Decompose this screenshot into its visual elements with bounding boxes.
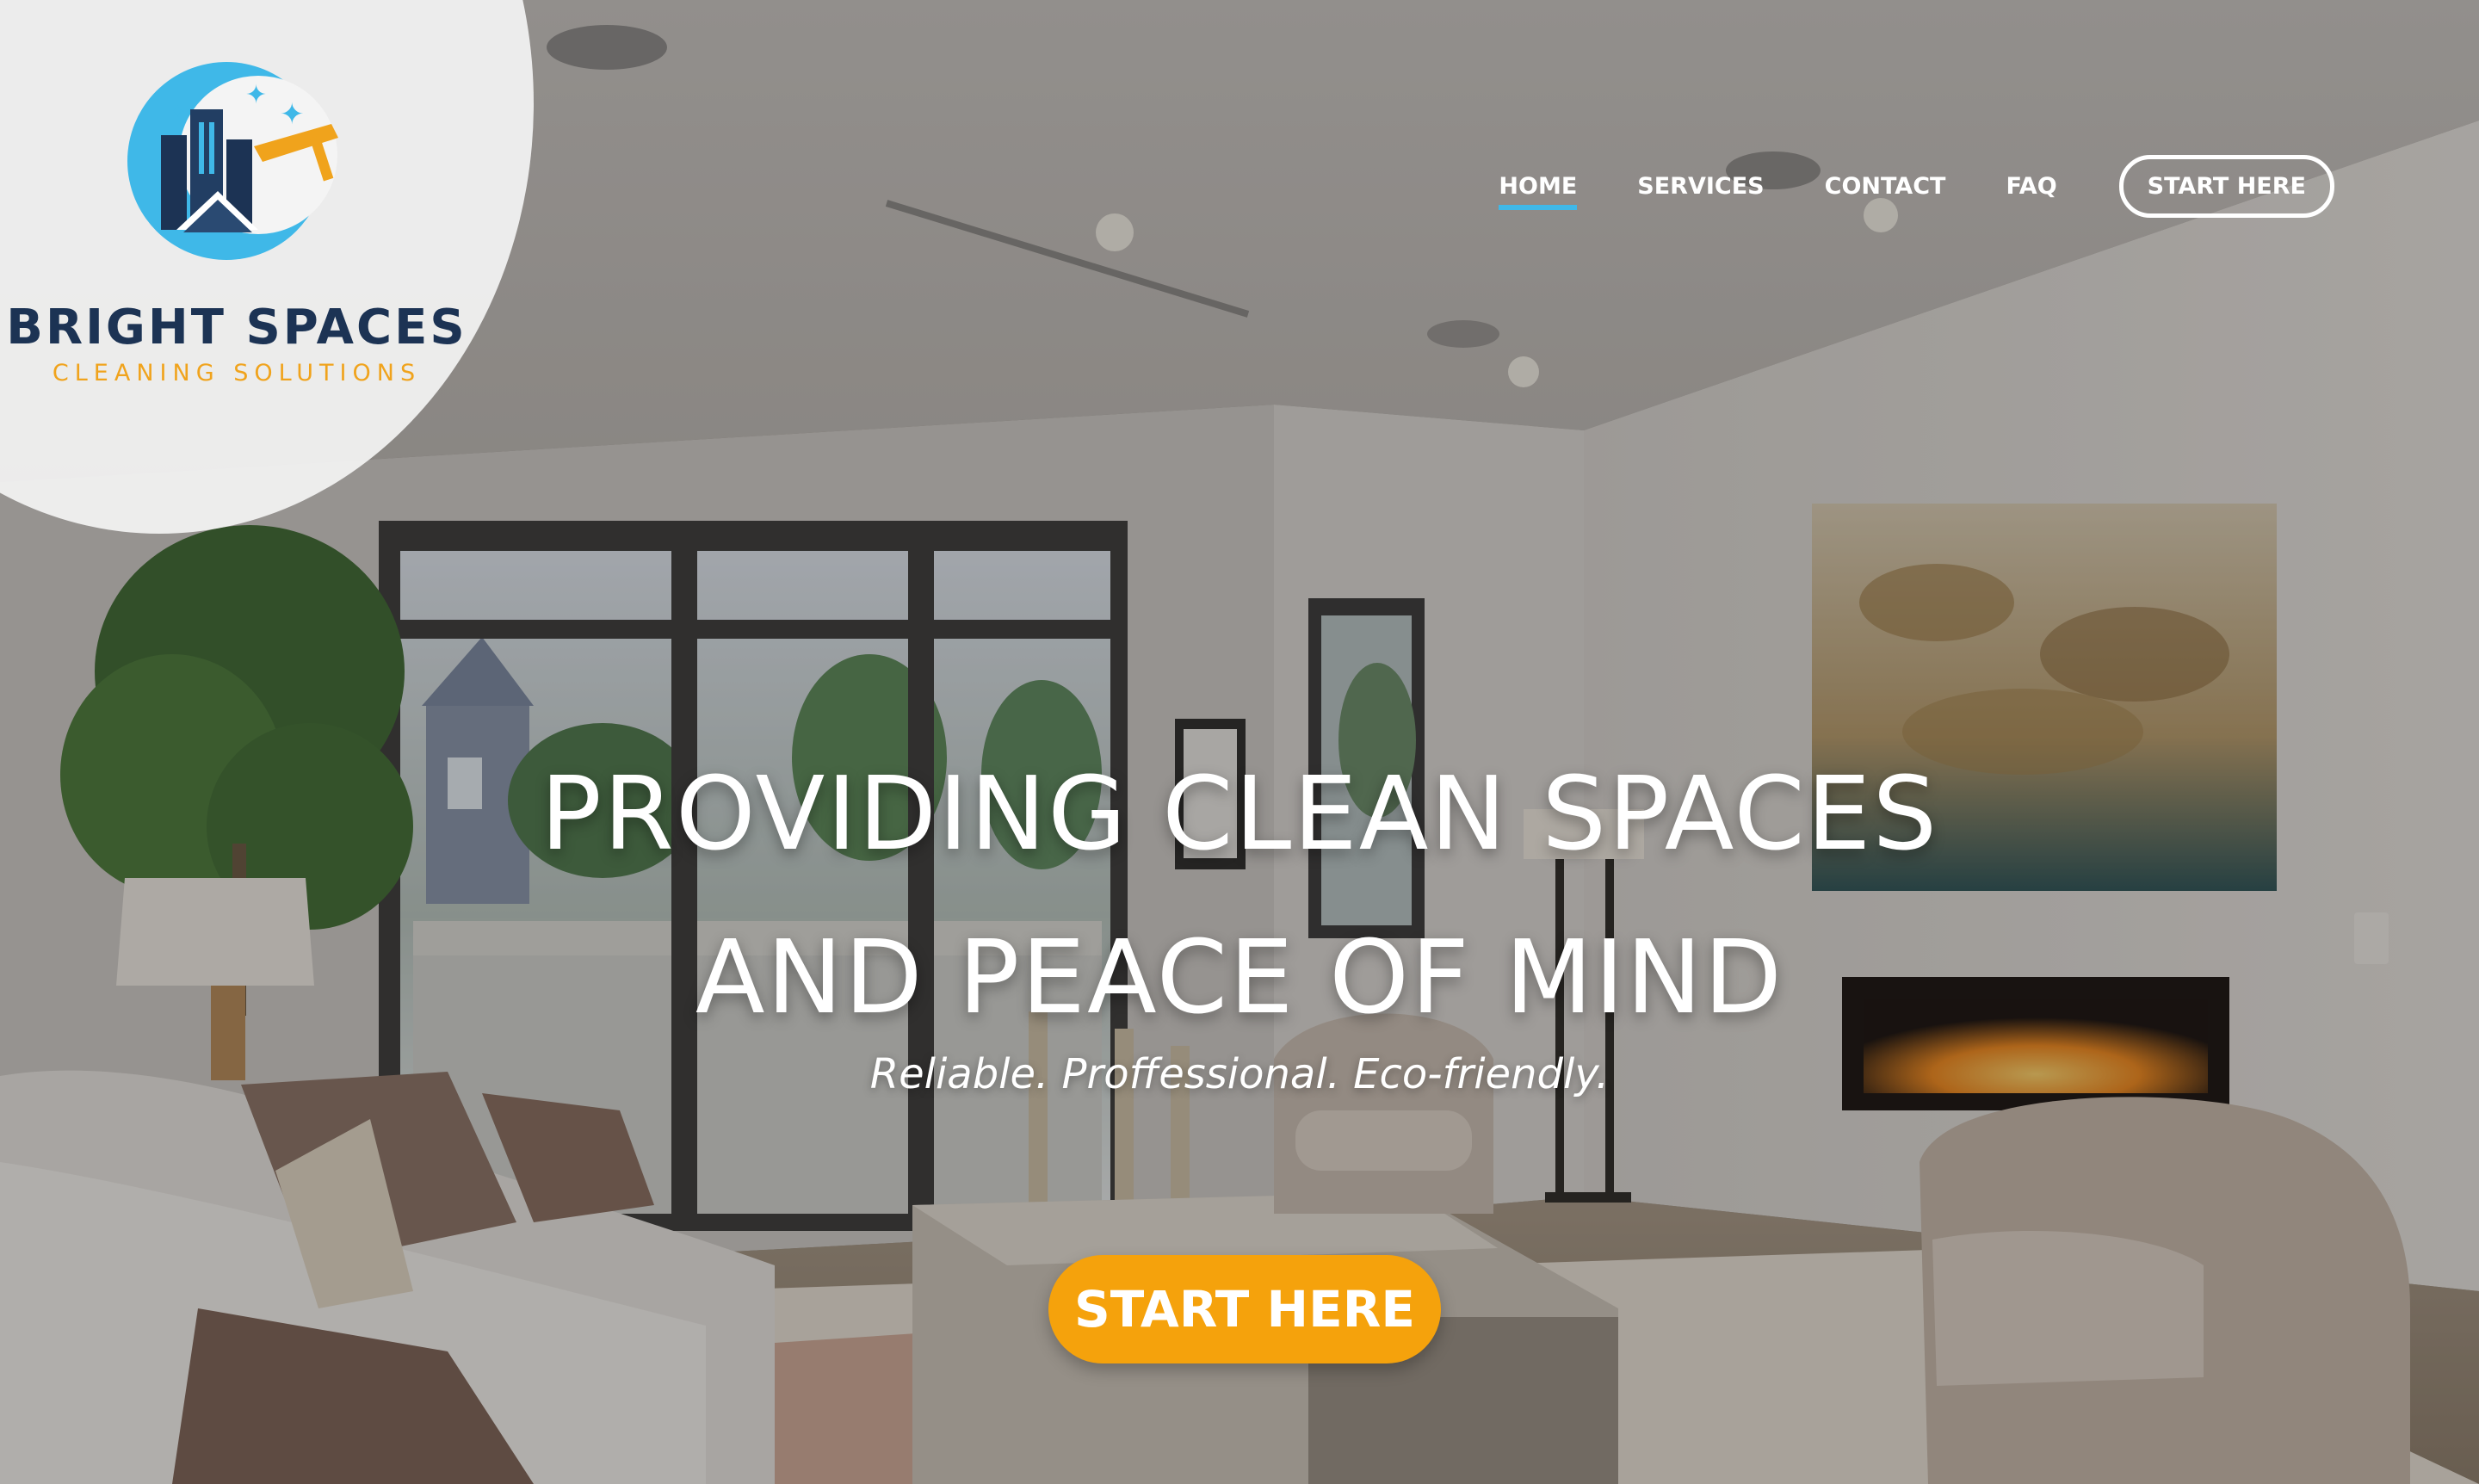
- city-buildings-squeegee-logo-icon: ✦ ✦ ✦: [127, 62, 338, 260]
- nav-home[interactable]: HOME: [1499, 159, 1577, 213]
- svg-text:✦: ✦: [245, 80, 267, 110]
- brand-tagline: CLEANING SOLUTIONS: [52, 360, 422, 386]
- nav-contact[interactable]: CONTACT: [1825, 159, 1946, 213]
- nav-faq[interactable]: FAQ: [2006, 159, 2056, 213]
- hero-subheadline: Reliable. Proffessional. Eco-friendly.: [869, 1050, 1610, 1098]
- hero-section: ✦ ✦ ✦ BRIGHT SPACES CLEANING SOLUTIONS H…: [0, 0, 2479, 1484]
- svg-text:✦: ✦: [170, 102, 185, 123]
- brand-name: BRIGHT SPACES: [6, 300, 467, 356]
- nav-services[interactable]: SERVICES: [1637, 159, 1764, 213]
- logo-link[interactable]: ✦ ✦ ✦ BRIGHT SPACES CLEANING SOLUTIONS: [0, 0, 473, 405]
- svg-text:✦: ✦: [280, 97, 305, 132]
- hero-headline-line2: AND PEACE OF MIND: [695, 918, 1784, 1036]
- hero-headline: PROVIDING CLEAN SPACES AND PEACE OF MIND: [0, 732, 2479, 1059]
- hero-start-here-button[interactable]: START HERE: [1048, 1255, 1441, 1363]
- nav-start-here-button[interactable]: START HERE: [2118, 155, 2334, 218]
- main-nav: HOME SERVICES CONTACT FAQ START HERE: [1438, 155, 2334, 218]
- hero-headline-line1: PROVIDING CLEAN SPACES: [540, 754, 1939, 873]
